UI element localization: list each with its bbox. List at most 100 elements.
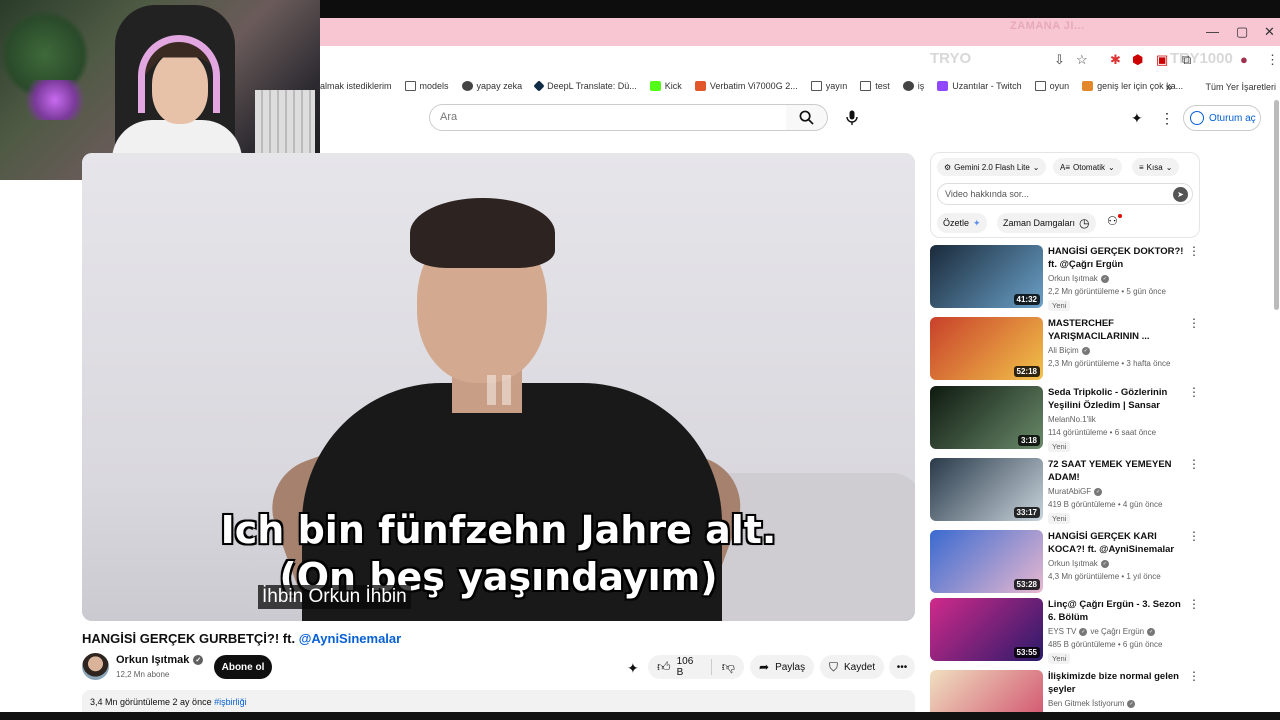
minimize-icon[interactable]: — — [1206, 24, 1219, 39]
bookmark-item[interactable]: yayın — [810, 81, 847, 91]
user-settings-icon[interactable]: ⚇ — [1107, 214, 1118, 228]
length-dropdown[interactable]: ≡ Kısa ⌄ — [1132, 158, 1180, 176]
hashtag-link[interactable]: #işbirliği — [214, 697, 247, 707]
bookmark-item[interactable]: Uzantılar - Twitch — [937, 81, 1022, 91]
all-bookmarks-link[interactable]: Tüm Yer İşaretleri — [1205, 82, 1276, 92]
extension-sparkle-icon[interactable]: ✦ — [627, 660, 639, 677]
recommendation-channel[interactable]: Orkun Işıtmak ✓ — [1048, 559, 1109, 568]
browser-menu-icon[interactable]: ⋮ — [1266, 52, 1279, 68]
send-icon[interactable]: ➤ — [1173, 187, 1188, 202]
video-person-hair — [410, 198, 555, 268]
page-scrollbar[interactable] — [1274, 100, 1279, 310]
recommendation-card[interactable]: 53:55 Linç@ Çağrı Ergün - 3. Sezon 6. Böl… — [930, 598, 1200, 664]
recommendation-title[interactable]: İlişkimizde bize normal gelen şeyler — [1048, 670, 1186, 696]
recommendation-title[interactable]: 72 SAAT YEMEK YEMEYEN ADAM! — [1048, 458, 1186, 484]
kick-icon — [649, 81, 661, 91]
bookmark-star-icon[interactable]: ☆ — [1076, 52, 1088, 68]
maximize-icon[interactable]: ▢ — [1236, 24, 1248, 40]
bookmark-item[interactable]: iş — [902, 81, 924, 91]
video-thumbnail[interactable]: 53:55 — [930, 598, 1043, 661]
extension-puzzle-icon[interactable]: ✦ — [1131, 110, 1143, 127]
dislike-icon[interactable]: 👎︎ — [722, 659, 735, 675]
recommendation-channel[interactable]: Orkun Işıtmak ✓ — [1048, 274, 1109, 283]
recommendation-meta: 114 görüntüleme • 6 saat önce — [1048, 428, 1157, 437]
channel-avatar[interactable] — [82, 653, 109, 680]
recommendation-channel[interactable]: Ben Gitmek İstiyorum ✓ — [1048, 699, 1136, 708]
more-actions-button[interactable]: ••• — [889, 655, 915, 679]
language-dropdown[interactable]: A≡ Otomatik ⌄ — [1053, 158, 1122, 176]
sign-in-button[interactable]: Oturum aç — [1183, 105, 1261, 131]
model-dropdown[interactable]: ⚙ Gemini 2.0 Flash Lite ⌄ — [937, 158, 1047, 176]
adblock-extension-icon[interactable]: ⬢ — [1132, 52, 1143, 68]
recommendation-card[interactable]: 33:17 72 SAAT YEMEK YEMEYEN ADAM! MuratAbi… — [930, 458, 1200, 524]
extensions-puzzle-icon[interactable]: ⧉ — [1182, 52, 1191, 68]
pause-icon[interactable] — [487, 375, 513, 405]
bookmark-item[interactable]: oyun — [1034, 81, 1069, 91]
more-options-icon[interactable]: ⋮ — [1188, 598, 1200, 610]
profile-avatar-icon[interactable]: ● — [1240, 52, 1248, 67]
search-button[interactable] — [786, 104, 828, 131]
bookmark-item[interactable]: test — [860, 81, 890, 91]
recommendation-card[interactable]: 41:32 HANGİSİ GERÇEK DOKTOR?! ft. @Çağrı … — [930, 245, 1200, 311]
chevron-down-icon: ⌄ — [1165, 162, 1173, 172]
subscribe-button[interactable]: Abone ol — [214, 655, 272, 679]
bookmark-item[interactable]: models — [404, 81, 449, 91]
share-button[interactable]: ➦ Paylaş — [750, 655, 815, 679]
sign-in-label: Oturum aç — [1209, 112, 1256, 124]
browser-tab-strip[interactable]: ZAMANA JI... — ▢ ✕ — [320, 18, 1280, 46]
like-count[interactable]: 106 B — [677, 656, 697, 678]
recommendation-channel[interactable]: Ali Biçim ✓ — [1048, 346, 1090, 355]
recommendation-title[interactable]: Seda Tripkolic - Gözlerinin Yeşilini Özl… — [1048, 386, 1186, 412]
close-icon[interactable]: ✕ — [1264, 24, 1275, 40]
more-options-icon[interactable]: ⋮ — [1188, 386, 1200, 398]
recommendation-title[interactable]: HANGİSİ GERÇEK KARI KOCA?! ft. @AyniSine… — [1048, 530, 1186, 556]
recommendation-card[interactable]: 53:28 HANGİSİ GERÇEK KARI KOCA?! ft. @Ayn… — [930, 530, 1200, 594]
extension-icon-2[interactable]: ▣ — [1156, 52, 1168, 68]
video-thumbnail[interactable]: 41:32 — [930, 245, 1043, 308]
settings-menu-icon[interactable]: ⋮ — [1160, 110, 1174, 127]
title-mention-link[interactable]: @AyniSinemalar — [299, 631, 402, 646]
summarize-button[interactable]: Özetle ✦ — [937, 213, 987, 233]
ask-video-input[interactable]: Video hakkında sor... ➤ — [937, 183, 1193, 205]
bookmark-item[interactable]: DeepL Translate: Dü... — [533, 80, 637, 92]
recommendation-title[interactable]: MASTERCHEF YARIŞMACILARININ ... — [1048, 317, 1186, 343]
recommendation-card[interactable]: 3:18 Seda Tripkolic - Gözlerinin Yeşilini… — [930, 386, 1200, 452]
install-icon[interactable]: ⇩ — [1054, 52, 1065, 68]
recommendation-title[interactable]: Linç@ Çağrı Ergün - 3. Sezon 6. Bölüm — [1048, 598, 1186, 624]
channel-name[interactable]: Orkun Işıtmak ✓ — [116, 654, 204, 666]
voice-search-button[interactable] — [838, 104, 866, 132]
recommendation-channel[interactable]: MuratAbiGF ✓ — [1048, 487, 1103, 496]
more-options-icon[interactable]: ⋮ — [1188, 670, 1200, 682]
video-thumbnail[interactable]: 3:18 — [930, 386, 1043, 449]
verified-icon: ✓ — [1127, 699, 1136, 708]
recommendation-title[interactable]: HANGİSİ GERÇEK DOKTOR?! ft. @Çağrı Ergün — [1048, 245, 1186, 271]
timestamps-button[interactable]: Zaman Damgaları ◷ — [997, 213, 1096, 233]
channel-name-text: Orkun Işıtmak — [1048, 559, 1098, 568]
bookmark-label: Kick — [664, 81, 682, 91]
more-options-icon[interactable]: ⋮ — [1188, 245, 1200, 257]
bookmark-item[interactable]: Kick — [649, 81, 682, 91]
more-options-icon[interactable]: ⋮ — [1188, 317, 1200, 329]
bookmark-item[interactable]: yapay zeka — [461, 81, 522, 91]
more-options-icon[interactable]: ⋮ — [1188, 530, 1200, 542]
verified-icon: ✓ — [1147, 627, 1156, 636]
video-thumbnail[interactable]: 33:17 — [930, 458, 1043, 521]
save-button[interactable]: ⛉ Kaydet — [820, 655, 885, 679]
recommendation-card[interactable]: 52:18 MASTERCHEF YARIŞMACILARININ ... Ali … — [930, 317, 1200, 381]
search-input[interactable]: Ara — [429, 104, 787, 131]
extension-icon[interactable]: ✱ — [1110, 52, 1121, 68]
deepl-icon — [533, 80, 545, 92]
video-player[interactable]: Ich bin fünfzehn Jahre alt. (On beş yaşı… — [82, 153, 915, 621]
bookmark-item[interactable]: almak istediklerim — [320, 81, 392, 91]
recommendation-channel[interactable]: MelanNo.1'lik — [1048, 415, 1096, 424]
like-icon[interactable]: 👍︎ — [657, 659, 671, 675]
bookmark-label: models — [419, 81, 449, 91]
ghost-text-right: TRY1000 — [1170, 50, 1233, 67]
more-options-icon[interactable]: ⋮ — [1188, 458, 1200, 470]
microphone-icon — [846, 110, 858, 125]
video-thumbnail[interactable]: 52:18 — [930, 317, 1043, 380]
recommendation-channel[interactable]: EYS TV ✓ ve Çağrı Ergün ✓ — [1048, 627, 1156, 636]
bookmark-item[interactable]: Verbatim Vi7000G 2... — [694, 81, 798, 91]
video-thumbnail[interactable]: 53:28 — [930, 530, 1043, 593]
more-bookmarks-icon[interactable]: » — [1166, 80, 1173, 94]
